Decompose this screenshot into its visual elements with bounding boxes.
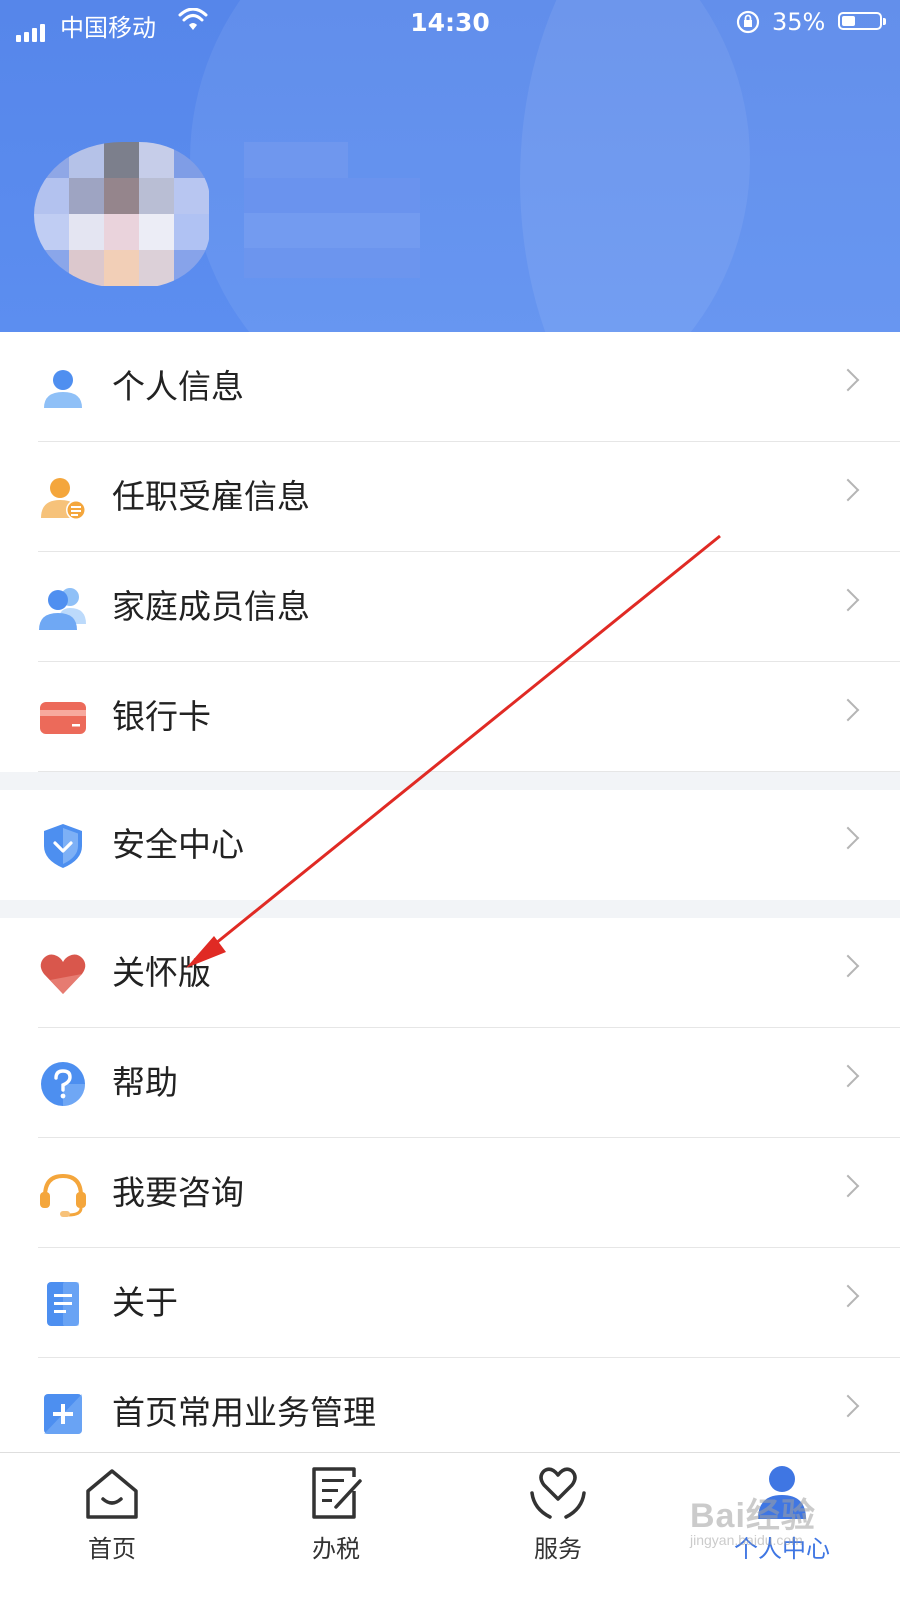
menu-item-bank-card[interactable]: 银行卡 [0,662,900,772]
chevron-right-icon [836,1284,860,1308]
menu-item-care-version[interactable]: 关怀版 [0,918,900,1028]
family-icon [39,588,86,630]
form-edit-icon [312,1467,362,1519]
chevron-right-icon [836,954,860,978]
battery-icon [838,12,886,30]
menu-item-label: 家庭成员信息 [112,587,310,626]
tab-label: 服务 [534,1535,582,1563]
menu-group-profile: 个人信息 任职受雇信息 家庭成员信息 银行卡 [0,332,900,772]
tab-service[interactable]: 服务 [478,1463,638,1564]
menu-item-about[interactable]: 关于 [0,1248,900,1358]
menu-item-label: 关于 [112,1283,178,1322]
chevron-right-icon [836,478,860,502]
menu-item-label: 安全中心 [112,825,244,864]
menu-item-label: 任职受雇信息 [112,477,310,516]
tab-label: 首页 [88,1535,136,1563]
document-icon [47,1282,79,1326]
menu-item-label: 关怀版 [112,953,211,992]
watermark: Bai经验 [690,1497,816,1535]
person-icon [44,370,82,408]
menu-item-label: 个人信息 [112,367,244,406]
tab-label: 办税 [312,1535,360,1563]
chevron-right-icon [836,1064,860,1088]
plus-square-icon [44,1394,82,1434]
headset-icon [40,1173,86,1217]
bank-card-icon [40,702,86,734]
chevron-right-icon [836,1174,860,1198]
tab-tax[interactable]: 办税 [256,1463,416,1564]
menu-item-personal-info[interactable]: 个人信息 [0,332,900,442]
menu-item-security-center[interactable]: 安全中心 [0,790,900,900]
menu-item-label: 帮助 [112,1063,178,1102]
chevron-right-icon [836,588,860,612]
menu-item-consult[interactable]: 我要咨询 [0,1138,900,1248]
menu-item-employment-info[interactable]: 任职受雇信息 [0,442,900,552]
menu-item-label: 银行卡 [112,697,211,736]
battery-percent: 35% [772,8,826,36]
menu-item-label: 我要咨询 [112,1173,244,1212]
menu-group-security: 安全中心 [0,790,900,900]
employment-icon [41,478,86,520]
status-time: 14:30 [410,8,490,37]
header-decoration [520,0,900,340]
home-icon [86,1469,138,1519]
avatar[interactable] [34,142,210,288]
help-icon [41,1062,85,1106]
tab-home[interactable]: 首页 [32,1463,192,1564]
user-name-blurred [244,142,420,282]
chevron-right-icon [836,368,860,392]
heart-icon [40,954,86,994]
profile-header: 中国移动 14:30 35% [0,0,900,340]
menu-group-more: 关怀版 帮助 我要咨询 关于 首页常用业务管理 [0,918,900,1468]
status-bar: 中国移动 14:30 35% [0,0,900,44]
chevron-right-icon [836,826,860,850]
shield-icon [44,824,82,868]
chevron-right-icon [836,1394,860,1418]
rotation-lock-icon [736,10,760,34]
chevron-right-icon [836,698,860,722]
watermark-url: jingyan.baidu.com [690,1532,803,1548]
heart-hands-icon [530,1467,586,1519]
menu-item-family-info[interactable]: 家庭成员信息 [0,552,900,662]
menu-item-help[interactable]: 帮助 [0,1028,900,1138]
